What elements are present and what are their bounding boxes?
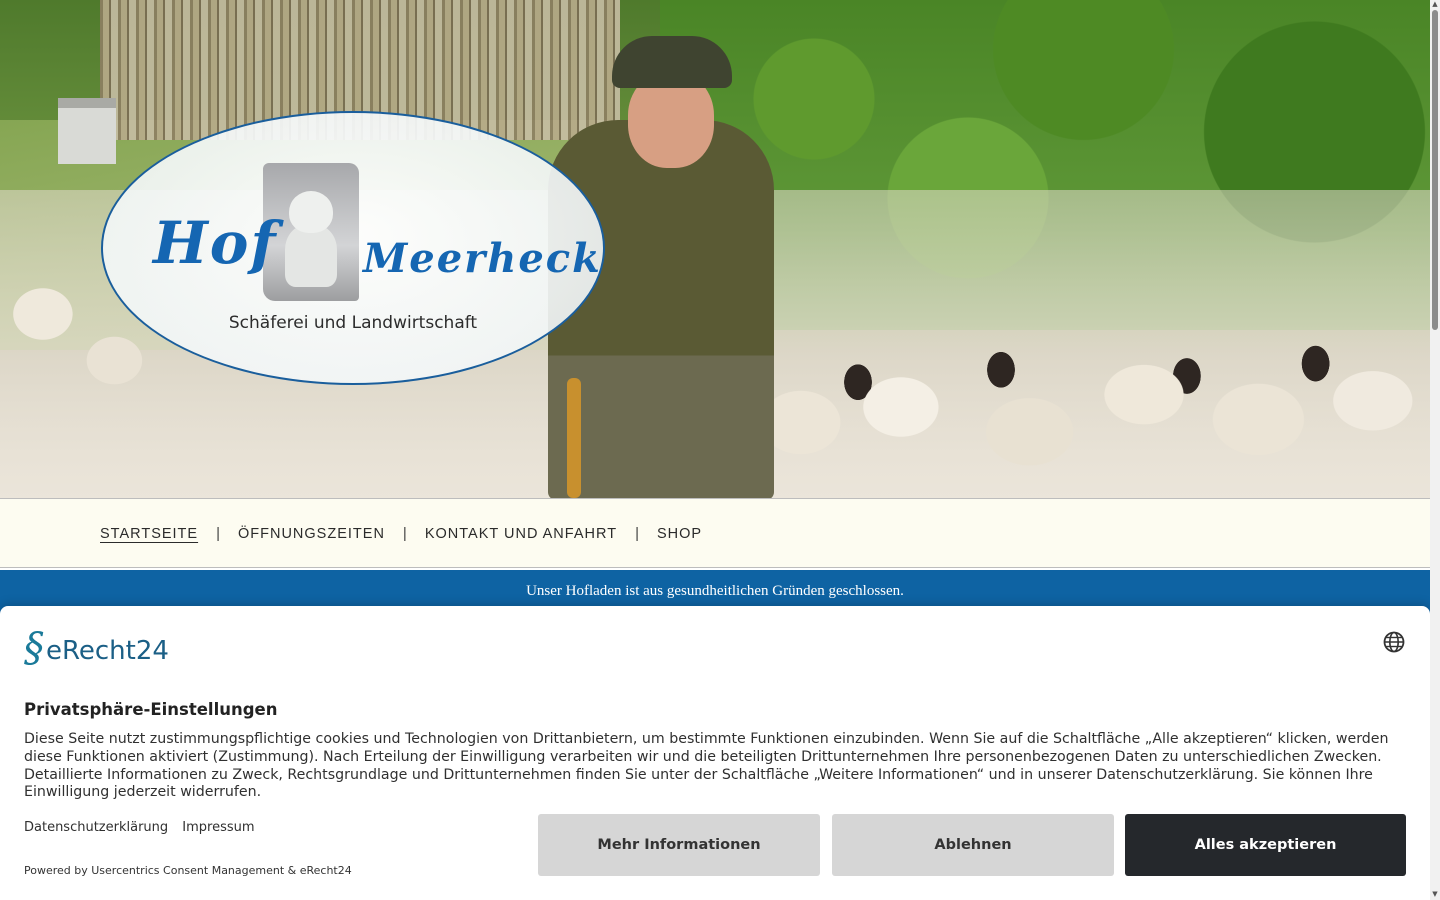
logo-word-hof: Hof — [153, 209, 278, 277]
hut — [58, 98, 116, 164]
more-information-button[interactable]: Mehr Informationen — [538, 814, 820, 876]
nav-item-kontakt-und-anfahrt[interactable]: KONTAKT UND ANFAHRT — [425, 526, 617, 542]
lamb-body — [285, 225, 337, 287]
shepherd-staff — [567, 378, 581, 498]
nav-item-shop[interactable]: SHOP — [657, 526, 702, 542]
consent-description: Diese Seite nutzt zustimmungspflichtige … — [24, 731, 1389, 801]
imprint-link[interactable]: Impressum — [182, 820, 254, 835]
powered-by-text: Powered by Usercentrics Consent Manageme… — [24, 864, 352, 877]
shepherd-hat — [612, 36, 732, 88]
globe-icon — [1383, 631, 1405, 653]
privacy-policy-link[interactable]: Datenschutzerklärung — [24, 820, 168, 835]
consent-links: Datenschutzerklärung Impressum — [24, 820, 265, 835]
nav-separator: | — [635, 525, 639, 542]
site-logo[interactable]: Hof Meerheck Schäferei und Landwirtschaf… — [101, 111, 605, 385]
language-button[interactable] — [1382, 630, 1406, 654]
logo-subtitle: Schäferei und Landwirtschaft — [228, 313, 478, 333]
erecht24-logo: § eRecht24 — [24, 625, 169, 671]
nav-item-startseite[interactable]: STARTSEITE — [100, 526, 198, 542]
nav-separator: | — [402, 525, 407, 542]
page-scrollbar[interactable]: ▲ ▼ — [1430, 0, 1440, 900]
deny-button[interactable]: Ablehnen — [832, 814, 1114, 876]
nav-item-oeffnungszeiten[interactable]: ÖFFNUNGSZEITEN — [238, 526, 385, 542]
nav-separator: | — [216, 525, 220, 542]
scrollbar-thumb[interactable] — [1432, 10, 1438, 330]
consent-title: Privatsphäre-Einstellungen — [24, 700, 278, 719]
cookie-consent-dialog: § eRecht24 Privatsphäre-Einstellungen Di… — [0, 606, 1430, 900]
shepherd — [548, 120, 774, 498]
erecht24-wordmark: eRecht24 — [46, 636, 169, 666]
scroll-up-arrow-icon[interactable]: ▲ — [1431, 0, 1439, 8]
scroll-down-arrow-icon[interactable]: ▼ — [1431, 890, 1439, 898]
main-navigation: STARTSEITE | ÖFFNUNGSZEITEN | KONTAKT UN… — [0, 498, 1430, 568]
logo-word-meerheck: Meerheck — [363, 235, 602, 282]
hero-image: Hof Meerheck Schäferei und Landwirtschaf… — [0, 0, 1430, 498]
paragraph-mark-icon: § — [24, 625, 44, 671]
lamb-head — [289, 191, 333, 233]
accept-all-button[interactable]: Alles akzeptieren — [1125, 814, 1406, 876]
